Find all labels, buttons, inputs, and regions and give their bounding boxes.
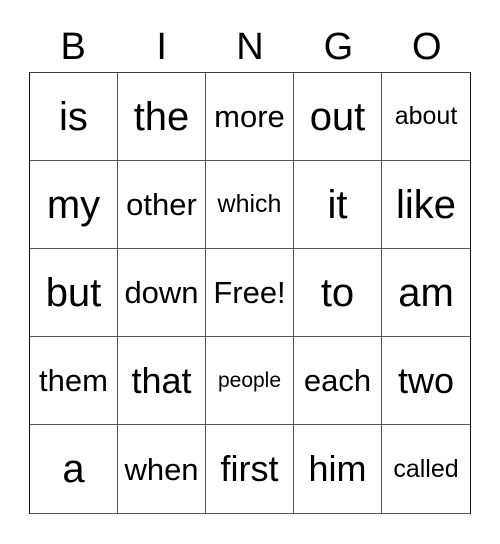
bingo-cell-g2[interactable]: it xyxy=(294,161,382,249)
bingo-cell-text: first xyxy=(220,448,279,489)
bingo-free-space-text: Free! xyxy=(213,275,286,310)
bingo-cell-text: to xyxy=(320,270,355,315)
bingo-cell-b1[interactable]: is xyxy=(30,73,118,161)
bingo-cell-g1[interactable]: out xyxy=(294,73,382,161)
bingo-cell-text: the xyxy=(133,94,190,139)
bingo-cell-text: other xyxy=(126,187,197,222)
bingo-header-letter-i: I xyxy=(156,26,167,68)
bingo-cell-text: more xyxy=(214,99,285,134)
bingo-cell-text: like xyxy=(395,182,457,227)
bingo-cell-text: a xyxy=(62,447,85,491)
bingo-cell-text: them xyxy=(39,363,108,398)
bingo-cell-o5[interactable]: called xyxy=(382,425,470,513)
bingo-header-letter-g: G xyxy=(323,26,354,68)
bingo-cell-i4[interactable]: that xyxy=(118,337,206,425)
bingo-cell-text: that xyxy=(131,359,192,401)
bingo-cell-b2[interactable]: my xyxy=(30,161,118,249)
bingo-cell-text: is xyxy=(59,94,88,139)
bingo-header-row: B I N G O xyxy=(29,22,471,72)
bingo-header-letter-o: O xyxy=(412,26,442,68)
bingo-cell-g4[interactable]: each xyxy=(294,337,382,425)
bingo-cell-text: called xyxy=(393,454,459,483)
bingo-cell-text: people xyxy=(217,369,282,392)
bingo-cell-text: my xyxy=(46,182,101,227)
bingo-cell-text: each xyxy=(303,363,372,398)
bingo-cell-g5[interactable]: him xyxy=(294,425,382,513)
bingo-cell-b5[interactable]: a xyxy=(30,425,118,513)
bingo-cell-text: it xyxy=(327,182,348,227)
bingo-cell-n5[interactable]: first xyxy=(206,425,294,513)
bingo-cell-text: which xyxy=(217,190,282,218)
bingo-cell-text: am xyxy=(398,270,454,315)
bingo-cell-o2[interactable]: like xyxy=(382,161,470,249)
bingo-cell-i5[interactable]: when xyxy=(118,425,206,513)
bingo-grid: is the more out about my other which it … xyxy=(29,72,471,514)
bingo-cell-b3[interactable]: but xyxy=(30,249,118,337)
bingo-cell-o1[interactable]: about xyxy=(382,73,470,161)
bingo-cell-text: but xyxy=(45,270,102,315)
bingo-cell-i3[interactable]: down xyxy=(118,249,206,337)
bingo-cell-text: when xyxy=(124,451,199,487)
bingo-cell-i1[interactable]: the xyxy=(118,73,206,161)
bingo-cell-o4[interactable]: two xyxy=(382,337,470,425)
bingo-cell-b4[interactable]: them xyxy=(30,337,118,425)
bingo-card: B I N G O is the more out about my other… xyxy=(0,0,500,544)
bingo-cell-o3[interactable]: am xyxy=(382,249,470,337)
bingo-cell-n4[interactable]: people xyxy=(206,337,294,425)
bingo-header-letter-b: B xyxy=(60,26,86,68)
bingo-cell-text: two xyxy=(397,359,455,401)
bingo-cell-i2[interactable]: other xyxy=(118,161,206,249)
bingo-cell-free-space[interactable]: Free! xyxy=(206,249,294,337)
bingo-cell-text: about xyxy=(394,102,458,130)
bingo-cell-n2[interactable]: which xyxy=(206,161,294,249)
bingo-cell-text: out xyxy=(309,94,366,139)
bingo-cell-text: him xyxy=(308,448,367,489)
bingo-cell-n1[interactable]: more xyxy=(206,73,294,161)
bingo-cell-text: down xyxy=(124,275,199,310)
bingo-cell-g3[interactable]: to xyxy=(294,249,382,337)
bingo-header-letter-n: N xyxy=(236,26,264,68)
